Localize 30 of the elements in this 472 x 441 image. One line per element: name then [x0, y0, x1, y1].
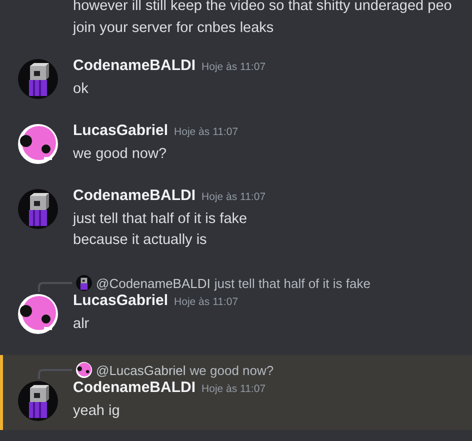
username[interactable]: CodenameBALDI: [73, 379, 196, 396]
message-text: ok: [73, 80, 90, 99]
username[interactable]: LucasGabriel: [73, 292, 168, 309]
reply-preview: we good now?: [190, 362, 274, 378]
reply-mention[interactable]: @CodenameBALDI: [96, 276, 210, 290]
message-text: yeah ig: [73, 402, 121, 421]
reply-mention[interactable]: @LucasGabriel: [96, 362, 186, 378]
message-text: because it actually is: [73, 231, 208, 250]
message-text: join your server for cnbes leaks: [73, 19, 275, 38]
timestamp: Hoje às 11:07: [174, 126, 238, 138]
avatar-icon[interactable]: [18, 189, 58, 229]
username[interactable]: CodenameBALDI: [73, 187, 196, 204]
message-text: we good now?: [73, 145, 168, 164]
avatar-icon[interactable]: [18, 124, 58, 164]
username[interactable]: LucasGabriel: [73, 122, 168, 139]
timestamp: Hoje às 11:07: [202, 383, 266, 395]
avatar-icon: [76, 275, 92, 291]
timestamp: Hoje às 11:07: [202, 191, 266, 203]
reply-connector: [38, 369, 72, 379]
message-text: alr: [73, 315, 90, 334]
reply-connector: [38, 282, 72, 292]
reply-preview: just tell that half of it is fake: [214, 276, 370, 290]
username[interactable]: CodenameBALDI: [73, 57, 196, 74]
timestamp: Hoje às 11:07: [174, 296, 238, 308]
avatar-icon[interactable]: [18, 381, 58, 421]
avatar-icon[interactable]: [18, 294, 58, 334]
timestamp: Hoje às 11:07: [202, 61, 266, 73]
avatar-icon: [76, 362, 92, 378]
message-text: just tell that half of it is fake: [73, 210, 248, 229]
avatar-icon[interactable]: [18, 59, 58, 99]
